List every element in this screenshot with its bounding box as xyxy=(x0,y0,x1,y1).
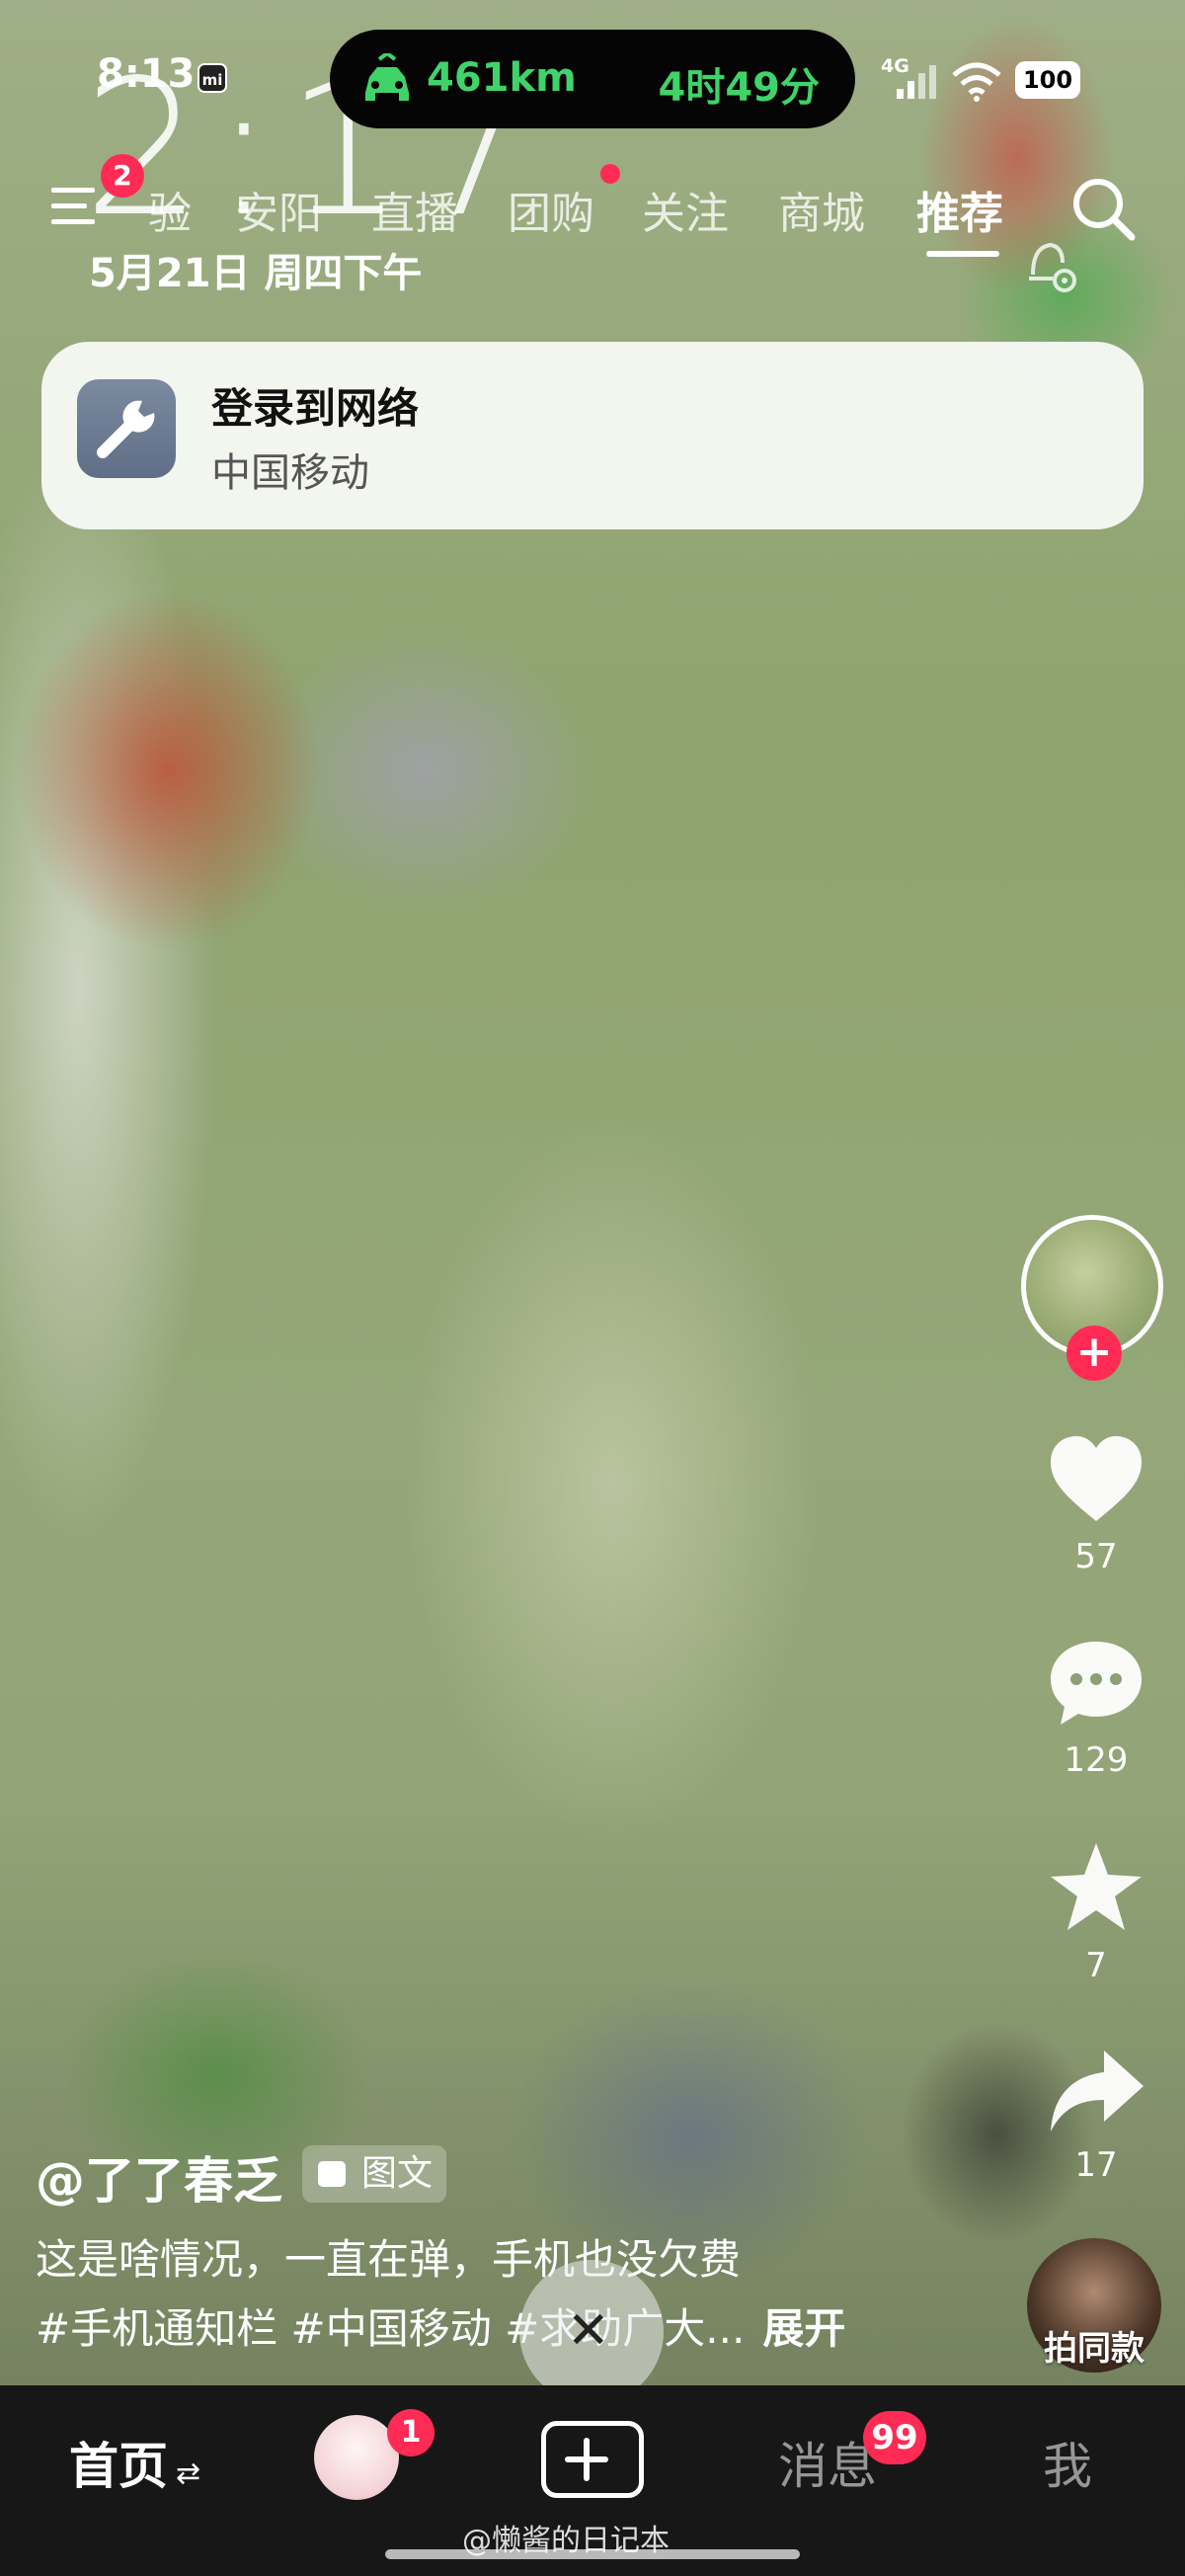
nav-home[interactable]: 首页 ⇄ xyxy=(69,2427,200,2498)
follow-button[interactable]: + xyxy=(1066,1326,1122,1381)
comment-icon[interactable] xyxy=(1045,1634,1147,1732)
nav-home-label: 首页 xyxy=(69,2438,168,2495)
car-icon xyxy=(365,53,409,101)
tab-partial[interactable]: 验 xyxy=(148,178,192,241)
like-count: 57 xyxy=(1074,1537,1118,1576)
comment-count: 129 xyxy=(1064,1740,1129,1780)
image-text-icon xyxy=(318,2161,346,2187)
heart-icon[interactable] xyxy=(1045,1430,1147,1529)
floating-close-button[interactable]: ✕ xyxy=(519,2260,664,2404)
tab-live[interactable]: 直播 xyxy=(371,178,458,241)
tab-group-buy[interactable]: 团购 xyxy=(508,178,594,241)
nav-friends-avatar[interactable] xyxy=(314,2415,399,2500)
lock-date: 5月21日 周四下午 xyxy=(89,251,423,296)
share-count: 17 xyxy=(1074,2145,1118,2185)
favorite-count: 7 xyxy=(1085,1946,1107,1985)
signal-icon xyxy=(897,65,936,99)
tab-recommend[interactable]: 推荐 xyxy=(916,178,1003,241)
close-icon: ✕ xyxy=(567,2301,610,2361)
bell-settings-icon[interactable] xyxy=(1023,235,1082,298)
tab-following[interactable]: 关注 xyxy=(642,178,729,241)
wifi-icon xyxy=(952,62,1001,102)
tab-anyang[interactable]: 安阳 xyxy=(235,178,322,241)
network-login-notification[interactable]: 登录到网络 中国移动 xyxy=(41,342,1144,529)
notification-title: 登录到网络 xyxy=(211,384,420,433)
post-hashtags: #手机通知栏 #中国移动 #求助广大... 展开 xyxy=(36,2295,845,2356)
create-post-button[interactable] xyxy=(541,2421,644,2498)
share-icon[interactable] xyxy=(1045,2043,1147,2141)
island-eta: 4时49分 xyxy=(658,65,821,111)
menu-icon[interactable] xyxy=(51,184,107,229)
type-chip: 图文 xyxy=(302,2145,447,2203)
tab-new-dot xyxy=(600,164,620,184)
expand-link[interactable]: 展开 xyxy=(762,2304,845,2353)
author-name[interactable]: @了了春乏 xyxy=(36,2141,282,2213)
search-icon[interactable] xyxy=(1068,174,1138,243)
mi-badge: mi xyxy=(198,63,227,93)
bottom-nav: 首页 ⇄ 1 消息 99 我 @懒酱的日记本 xyxy=(0,2385,1185,2576)
friends-badge: 1 xyxy=(387,2409,434,2456)
notification-subtitle: 中国移动 xyxy=(211,450,369,496)
same-style-label[interactable]: 拍同款 xyxy=(1027,2321,1161,2370)
type-chip-label: 图文 xyxy=(361,2153,434,2194)
menu-badge: 2 xyxy=(101,154,144,198)
nav-me[interactable]: 我 xyxy=(1043,2427,1092,2498)
wrench-icon xyxy=(77,379,176,478)
status-time: 8:13 xyxy=(97,51,196,97)
star-icon[interactable] xyxy=(1045,1839,1147,1938)
island-distance: 461km xyxy=(427,55,577,101)
dynamic-island[interactable]: 461km 4时49分 xyxy=(330,30,855,128)
battery-indicator: 100 xyxy=(1015,61,1080,99)
home-indicator[interactable] xyxy=(385,2549,800,2559)
swap-icon: ⇄ xyxy=(176,2456,201,2491)
messages-badge: 99 xyxy=(863,2411,926,2464)
nav-messages[interactable]: 消息 xyxy=(778,2427,877,2498)
tab-mall[interactable]: 商城 xyxy=(778,178,865,241)
active-tab-indicator xyxy=(926,251,999,257)
